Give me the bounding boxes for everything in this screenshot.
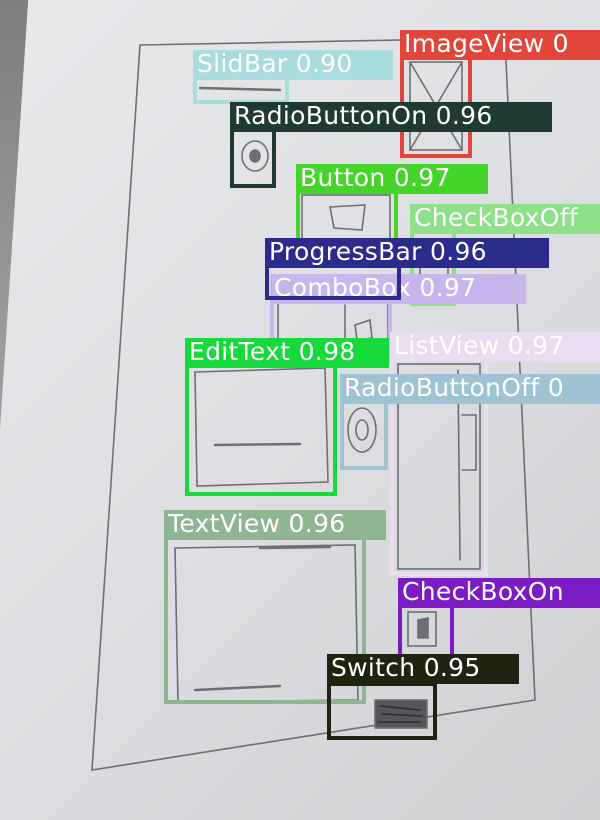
switch-box — [327, 682, 437, 740]
checkboxon-box — [398, 604, 454, 658]
slidbar-label: SlidBar 0.90 — [193, 50, 393, 80]
checkboxoff-label: CheckBoxOff — [410, 204, 600, 234]
button-label: Button 0.97 — [296, 164, 488, 194]
edittext-box — [185, 362, 337, 496]
listview-label: ListView 0.97 — [390, 332, 600, 362]
progressbar-label: ProgressBar 0.96 — [265, 238, 549, 268]
radiobuttonoff-label: RadioButtonOff 0 — [340, 374, 600, 404]
checkboxon-label: CheckBoxOn — [398, 578, 600, 608]
textview-label: TextView 0.96 — [164, 510, 386, 540]
edittext-label: EditText 0.98 — [185, 338, 389, 368]
imageview-label: ImageView 0 — [400, 30, 600, 60]
radiobuttonon-label: RadioButtonOn 0.96 — [230, 102, 552, 132]
radiobuttonon-box — [230, 126, 276, 188]
switch-label: Switch 0.95 — [327, 654, 519, 684]
progressbar-box — [265, 264, 401, 300]
slidbar-box — [193, 76, 289, 104]
radiobuttonoff-box — [340, 400, 388, 470]
